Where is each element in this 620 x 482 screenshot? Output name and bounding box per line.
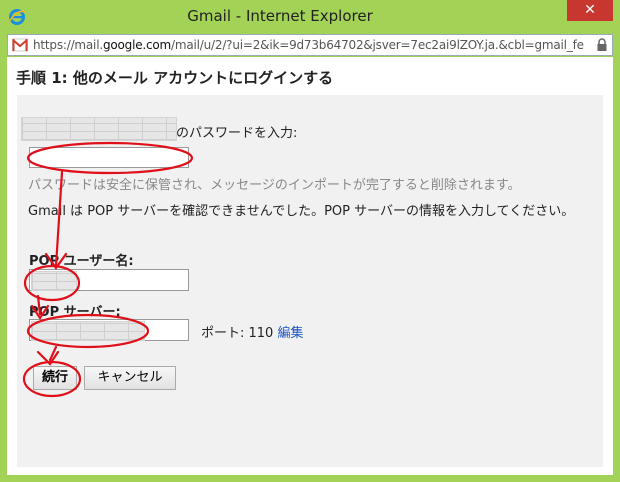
- url-suffix: /mail/u/2/?ui=2&ik=9d73b64702&jsver=7ec2…: [171, 38, 584, 52]
- dialog-content: 手順 1: 他のメール アカウントにログインする のパスワードを入力: パスワー…: [7, 57, 613, 475]
- url-prefix: https://mail.: [33, 38, 103, 52]
- masked-server: [31, 321, 145, 341]
- window-title: Gmail - Internet Explorer: [187, 7, 373, 25]
- password-label: のパスワードを入力:: [176, 126, 298, 141]
- title-bar: Gmail - Internet Explorer ✕: [0, 0, 620, 34]
- pop-error-message: Gmail は POP サーバーを確認できませんでした。POP サーバーの情報を…: [28, 204, 575, 219]
- step-heading: 手順 1: 他のメール アカウントにログインする: [16, 69, 334, 87]
- pop-server-label: POP サーバー:: [29, 305, 121, 320]
- masked-email: [21, 117, 177, 141]
- pop-username-label: POP ユーザー名:: [29, 254, 134, 269]
- address-bar[interactable]: https://mail.google.com/mail/u/2/?ui=2&i…: [7, 34, 613, 56]
- password-input[interactable]: [29, 147, 189, 168]
- browser-window: Gmail - Internet Explorer ✕ https://mail…: [0, 0, 620, 482]
- close-icon: ✕: [584, 2, 596, 18]
- masked-username: [31, 271, 77, 291]
- continue-button[interactable]: 続行: [33, 366, 77, 390]
- edit-port-link[interactable]: 編集: [277, 326, 303, 341]
- url-text[interactable]: https://mail.google.com/mail/u/2/?ui=2&i…: [33, 38, 584, 52]
- port-label: ポート: 110 編集: [201, 322, 303, 341]
- url-domain: google.com: [102, 38, 172, 52]
- close-button[interactable]: ✕: [567, 0, 613, 21]
- form-panel: のパスワードを入力: パスワードは安全に保管され、メッセージのインポートが完了す…: [17, 95, 603, 467]
- port-text: ポート: 110: [201, 326, 274, 341]
- password-hint: パスワードは安全に保管され、メッセージのインポートが完了すると削除されます。: [28, 178, 521, 193]
- cancel-button[interactable]: キャンセル: [84, 366, 176, 390]
- lock-icon: [597, 38, 607, 51]
- gmail-icon: [12, 38, 28, 52]
